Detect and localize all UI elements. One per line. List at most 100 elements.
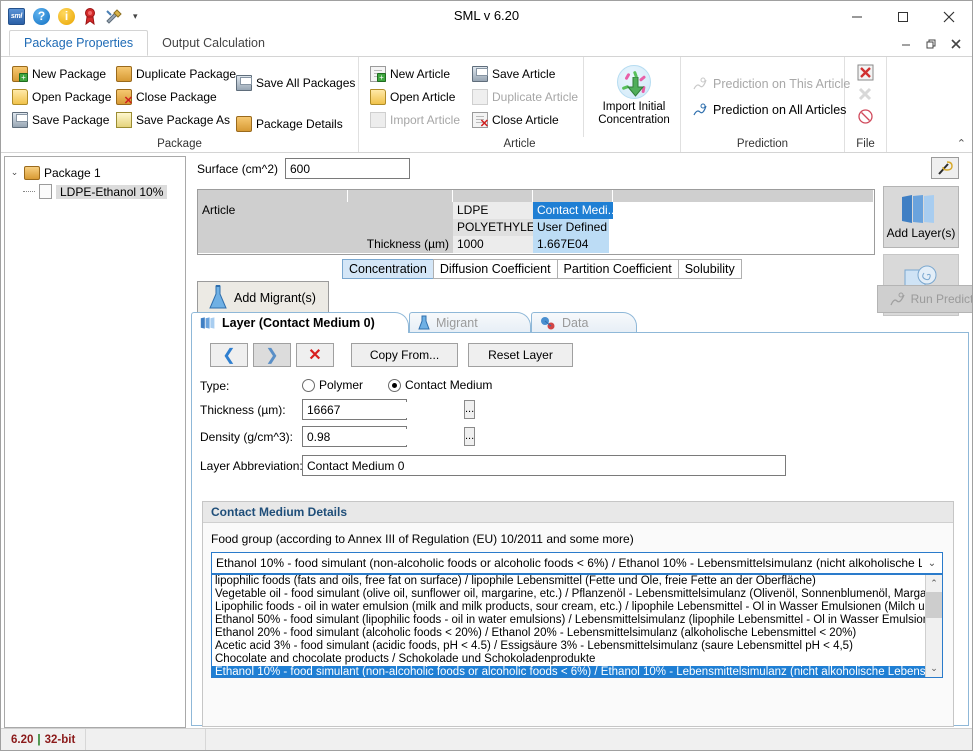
density-input[interactable] xyxy=(303,429,464,445)
list-item[interactable]: Acetic acid 3% - food simulant (acidic f… xyxy=(212,640,925,653)
tab-output-calculation[interactable]: Output Calculation xyxy=(148,31,279,56)
ribbon-save-article[interactable]: Save Article xyxy=(469,62,581,85)
delete-layer-button[interactable]: ✕ xyxy=(296,343,334,367)
ribbon-minimize-icon[interactable] xyxy=(893,33,918,55)
tab-diffusion-coefficient[interactable]: Diffusion Coefficient xyxy=(433,259,558,279)
list-item[interactable]: Vegetable oil - food simulant (olive oil… xyxy=(212,588,925,601)
ribbon-tab-strip: Package Properties Output Calculation xyxy=(1,32,972,57)
tab-concentration[interactable]: Concentration xyxy=(342,259,434,279)
article-table-cell xyxy=(348,202,453,219)
table-row[interactable]: Article LDPE Contact Medi... xyxy=(198,202,874,219)
ribbon-save-all-packages[interactable]: Save All Packages xyxy=(233,71,358,94)
thickness-input[interactable] xyxy=(303,402,464,418)
status-version-cell: 6.20 | 32-bit xyxy=(1,729,86,751)
ribbon-prediction-all-articles[interactable]: Prediction on All Articles xyxy=(689,97,854,123)
scrollbar-thumb[interactable] xyxy=(926,592,942,618)
surface-input[interactable] xyxy=(285,158,410,179)
ribbon-save-package-as[interactable]: Save Package As xyxy=(113,108,239,131)
flask-icon xyxy=(208,285,228,311)
table-row[interactable]: POLYETHYLE... User Defined xyxy=(198,219,874,236)
density-browse-button[interactable]: ... xyxy=(464,427,475,446)
list-item-selected[interactable]: Ethanol 10% - food simulant (non-alcohol… xyxy=(212,666,925,677)
tab-partition-coefficient[interactable]: Partition Coefficient xyxy=(557,259,679,279)
help-icon[interactable]: ? xyxy=(33,8,50,25)
layer-abbreviation-label: Layer Abbreviation: xyxy=(200,459,303,473)
ribbon-new-package[interactable]: + New Package xyxy=(9,62,114,85)
ribbon-save-package[interactable]: Save Package xyxy=(9,108,114,131)
article-table: Article LDPE Contact Medi... POLYETHYLE.… xyxy=(197,189,875,255)
ribbon: + New Package Open Package Save Package … xyxy=(1,57,972,153)
tab-solubility[interactable]: Solubility xyxy=(678,259,742,279)
tree-node-package[interactable]: ⌄ Package 1 xyxy=(9,163,181,182)
tree-node-article[interactable]: LDPE-Ethanol 10% xyxy=(23,182,181,201)
list-item[interactable]: Ethanol 50% - food simulant (lipophilic … xyxy=(212,614,925,627)
radio-contact-medium-circle[interactable] xyxy=(388,379,401,392)
tab-layer-label: Layer (Contact Medium 0) xyxy=(222,313,375,333)
radio-polymer-circle[interactable] xyxy=(302,379,315,392)
flask-icon xyxy=(418,315,430,331)
ribbon-import-initial-concentration[interactable]: Import Initial Concentration xyxy=(591,61,677,127)
add-layers-button[interactable]: Add Layer(s) xyxy=(883,186,959,248)
thickness-label: Thickness (µm): xyxy=(200,403,286,417)
ribbon-open-article[interactable]: Open Article xyxy=(367,85,463,108)
tab-data[interactable]: Data xyxy=(531,312,637,333)
ribbon-open-package[interactable]: Open Package xyxy=(9,85,114,108)
article-table-cell: 1000 xyxy=(453,236,533,253)
tab-layer[interactable]: Layer (Contact Medium 0) xyxy=(191,312,409,333)
ribbon-new-article[interactable]: + New Article xyxy=(367,62,463,85)
sml-app-icon[interactable]: sml xyxy=(8,8,25,25)
ribbon-close-icon[interactable] xyxy=(943,33,968,55)
list-item[interactable]: lipophilic foods (fats and oils, free fa… xyxy=(212,575,925,588)
window-maximize-button[interactable] xyxy=(880,1,926,32)
radio-polymer[interactable]: Polymer xyxy=(302,378,363,392)
article-table-cell: LDPE xyxy=(453,202,533,219)
ribbon-package-details[interactable]: Package Details xyxy=(233,112,358,135)
ribbon-open-article-label: Open Article xyxy=(390,90,455,104)
table-row[interactable]: Thickness (µm) 1000 1.667E04 xyxy=(198,236,874,253)
quick-access-more-icon[interactable]: ▾ xyxy=(131,8,138,25)
ribbon-close-article[interactable]: ✕ Close Article xyxy=(469,108,581,131)
new-article-icon: + xyxy=(370,66,386,82)
article-table-cell xyxy=(198,219,348,236)
list-item[interactable]: Lipophilic foods - oil in water emulsion… xyxy=(212,601,925,614)
layer-panel: ❮ ❯ ✕ Copy From... Reset Layer Type: Pol… xyxy=(191,332,969,726)
next-layer-button[interactable]: ❯ xyxy=(253,343,291,367)
food-group-dropdown-list[interactable]: lipophilic foods (fats and oils, free fa… xyxy=(211,574,943,678)
chevron-down-icon[interactable]: ⌄ xyxy=(9,167,20,178)
previous-layer-button[interactable]: ❮ xyxy=(210,343,248,367)
ribbon-collapse-icon[interactable]: ⌃ xyxy=(957,137,966,150)
list-item[interactable]: Chocolate and chocolate products / Schok… xyxy=(212,653,925,666)
ribbon-restore-icon[interactable] xyxy=(918,33,943,55)
close-article-icon: ✕ xyxy=(472,112,488,128)
tab-package-properties[interactable]: Package Properties xyxy=(9,30,148,56)
reset-layer-button[interactable]: Reset Layer xyxy=(468,343,573,367)
ribbon-file-delete[interactable] xyxy=(854,61,876,83)
award-icon[interactable] xyxy=(83,8,97,25)
window-close-button[interactable] xyxy=(926,1,972,32)
tab-migrant[interactable]: Migrant xyxy=(409,312,531,333)
magic-wand-button[interactable] xyxy=(931,157,959,179)
ribbon-duplicate-package[interactable]: Duplicate Package xyxy=(113,62,239,85)
layer-abbreviation-input[interactable] xyxy=(302,455,786,476)
chevron-down-icon[interactable]: ⌄ xyxy=(922,558,942,569)
scroll-up-icon[interactable]: ⌃ xyxy=(926,575,942,592)
article-table-cell: 1.667E04 xyxy=(533,236,609,253)
ribbon-file-cancel[interactable] xyxy=(854,105,876,127)
scroll-down-icon[interactable]: ⌄ xyxy=(926,660,942,677)
ribbon-import-article: Import Article xyxy=(367,108,463,131)
add-migrants-button[interactable]: Add Migrant(s) xyxy=(197,281,329,314)
run-prediction-button: Run Prediction... xyxy=(877,285,973,313)
ribbon-close-package[interactable]: ✕ Close Package xyxy=(113,85,239,108)
tools-icon[interactable] xyxy=(105,8,123,25)
dropdown-scrollbar[interactable]: ⌃ ⌄ xyxy=(925,575,942,677)
thickness-browse-button[interactable]: ... xyxy=(464,400,475,419)
copy-from-button[interactable]: Copy From... xyxy=(351,343,458,367)
article-table-cell-selected[interactable]: Contact Medi... xyxy=(533,202,613,219)
window-minimize-button[interactable] xyxy=(834,1,880,32)
food-group-combobox[interactable]: Ethanol 10% - food simulant (non-alcohol… xyxy=(211,552,943,574)
info-icon[interactable]: i xyxy=(58,8,75,25)
list-item[interactable]: Ethanol 20% - food simulant (alcoholic f… xyxy=(212,627,925,640)
radio-contact-medium[interactable]: Contact Medium xyxy=(388,378,492,392)
ribbon-duplicate-article: Duplicate Article xyxy=(469,85,581,108)
cut-file-icon xyxy=(857,86,874,103)
